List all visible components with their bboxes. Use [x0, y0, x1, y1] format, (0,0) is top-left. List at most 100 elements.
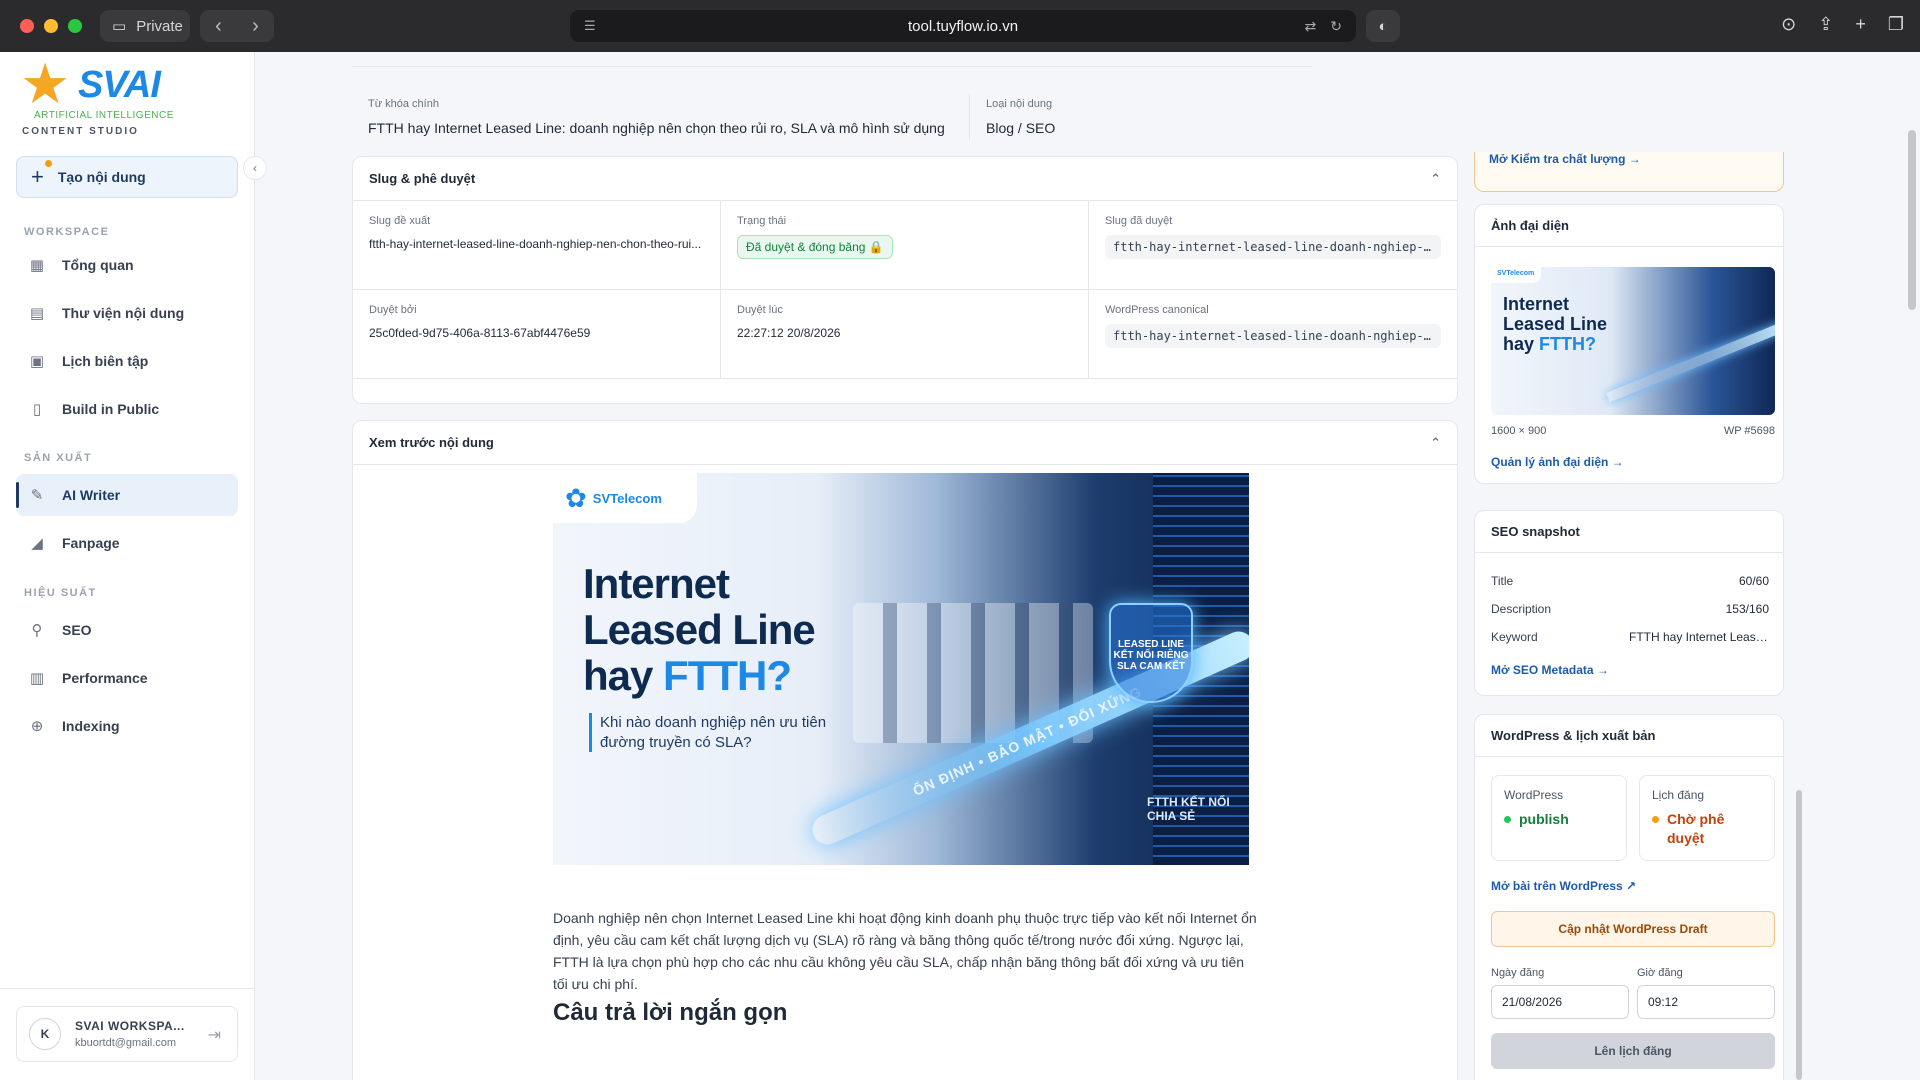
hero-image: ỔN ĐỊNH • BẢO MẬT • ĐỐI XỨNG ✿ SVTelecom… — [553, 473, 1249, 865]
privacy-shield-button[interactable]: ◐ — [1366, 10, 1400, 42]
close-window-button[interactable] — [20, 19, 34, 33]
sidebar-item-content-library[interactable]: ▤ Thư viện nội dung — [16, 292, 238, 334]
slug-approval-header[interactable]: Slug & phê duyệt ⌃ — [353, 157, 1457, 201]
cell-label: Slug đề xuất — [369, 215, 431, 227]
history-nav: ‹ › — [200, 10, 274, 42]
shield-icon: ◐ — [1378, 17, 1388, 35]
update-wordpress-draft-button[interactable]: Cập nhật WordPress Draft — [1491, 911, 1775, 947]
notification-dot — [45, 160, 52, 167]
page-scrollbar[interactable] — [1904, 52, 1920, 1080]
sidebar-item-fanpage[interactable]: ◢ Fanpage — [16, 522, 238, 564]
seo-snapshot-header: SEO snapshot — [1475, 511, 1783, 553]
private-label: Private — [136, 17, 183, 35]
featured-image-thumbnail[interactable]: SVTelecom Internet Leased Line hay FTTH? — [1491, 267, 1775, 415]
approved-slug-field[interactable]: ftth-hay-internet-leased-line-doanh-nghi… — [1105, 235, 1441, 259]
sidebar-item-build-in-public[interactable]: ▯ Build in Public — [16, 388, 238, 430]
content-type: Loại nội dung Blog / SEO — [986, 98, 1055, 136]
chevron-up-icon[interactable]: ⌃ — [1430, 435, 1441, 451]
share-icon[interactable]: ⇪ — [1818, 14, 1833, 35]
plus-icon: + — [31, 160, 52, 190]
card-title: Ảnh đại diện — [1491, 218, 1569, 233]
logo-text: SVAI — [78, 64, 161, 106]
schedule-publish-button[interactable]: Lên lịch đăng — [1491, 1033, 1775, 1069]
seo-snapshot-card: SEO snapshot Title 60/60 Description 153… — [1474, 510, 1784, 696]
canonical-field[interactable]: ftth-hay-internet-leased-line-doanh-nghi… — [1105, 324, 1441, 348]
address-bar[interactable]: ☰ tool.tuyflow.io.vn ⇄ ↻ — [570, 10, 1356, 42]
image-meta: 1600 × 900 WP #5698 — [1491, 425, 1775, 437]
chevron-up-icon[interactable]: ⌃ — [1430, 171, 1441, 187]
sidebar-item-label: Fanpage — [62, 535, 120, 551]
divider — [969, 94, 970, 140]
sidebar-item-label: Thư viện nội dung — [62, 305, 185, 321]
right-panel-scrollbar-thumb[interactable] — [1796, 790, 1802, 1080]
page-settings-icon[interactable]: ☰ — [584, 18, 596, 34]
content-preview-header[interactable]: Xem trước nội dung ⌃ — [353, 421, 1457, 465]
sidebar-item-label: Lịch biên tập — [62, 353, 149, 369]
sidebar-item-seo[interactable]: ⚲ SEO — [16, 609, 238, 651]
wordpress-canonical: WordPress canonical ftth-hay-internet-le… — [1089, 290, 1457, 379]
new-tab-icon[interactable]: + — [1855, 14, 1866, 35]
cell-label: Duyệt bởi — [369, 304, 417, 316]
hero-title: Internet Leased Line hay FTTH? — [583, 560, 816, 700]
page-scrollbar-thumb[interactable] — [1908, 130, 1916, 310]
schedule-status: Chờ phê duyệt — [1652, 810, 1762, 848]
manage-featured-image-link[interactable]: Quản lý ảnh đại diện → — [1491, 455, 1624, 469]
sidebar-item-overview[interactable]: ▦ Tổng quan — [16, 244, 238, 286]
sidebar-item-ai-writer[interactable]: ✎ AI Writer — [16, 474, 238, 516]
tabs-overview-icon[interactable]: ❐ — [1888, 14, 1904, 35]
schedule-status-value: Chờ phê duyệt — [1667, 811, 1725, 846]
sidebar-item-label: SEO — [62, 622, 92, 638]
create-content-button[interactable]: + Tạo nội dung — [16, 156, 238, 198]
sidebar-item-editorial-calendar[interactable]: ▣ Lịch biên tập — [16, 340, 238, 382]
user-card[interactable]: K SVAI WORKSPA... kbuortdt@gmail.com ⇥ — [16, 1006, 238, 1062]
status-badge: Đã duyệt & đóng băng 🔒 — [737, 235, 893, 259]
flower-logo-icon: ✿ — [565, 482, 587, 513]
sidebar-toggle-button[interactable]: ▭ Private — [100, 10, 190, 42]
minimize-window-button[interactable] — [44, 19, 58, 33]
translate-icon[interactable]: ⇄ — [1305, 18, 1317, 35]
sidebar-item-label: Build in Public — [62, 401, 160, 417]
divider — [352, 66, 1312, 67]
wordpress-status-value: publish — [1519, 811, 1569, 827]
bar-chart-icon: ▥ — [29, 670, 45, 687]
publish-date-input[interactable]: 21/08/2026 — [1491, 985, 1629, 1019]
sidebar-item-performance[interactable]: ▥ Performance — [16, 657, 238, 699]
reload-icon[interactable]: ↻ — [1330, 18, 1342, 35]
cell-label: Trạng thái — [737, 215, 787, 227]
seo-key: Title — [1491, 574, 1514, 588]
maximize-window-button[interactable] — [68, 19, 82, 33]
collapse-sidebar-button[interactable]: ‹ — [243, 156, 267, 180]
open-wordpress-post-link[interactable]: Mở bài trên WordPress ↗ — [1491, 879, 1636, 893]
seo-row-title: Title 60/60 — [1491, 567, 1769, 595]
cell-label: Slug đã duyệt — [1105, 215, 1173, 227]
seo-row-keyword: Keyword FTTH hay Internet Leased Line — [1491, 623, 1769, 651]
slug-approval-card: Slug & phê duyệt ⌃ Slug đề xuất ftth-hay… — [352, 156, 1458, 404]
article-heading: Câu trả lời ngắn gọn — [553, 999, 788, 1026]
thumb-beam — [1606, 321, 1775, 403]
sidebar-item-indexing[interactable]: ⊕ Indexing — [16, 705, 238, 747]
logout-icon[interactable]: ⇥ — [208, 1025, 221, 1045]
download-icon[interactable]: ⊙ — [1781, 14, 1796, 35]
logo-tagline: ARTIFICIAL INTELLIGENCE — [34, 110, 174, 121]
browser-actions: ⊙ ⇪ + ❐ — [1781, 14, 1904, 35]
seo-key: Keyword — [1491, 630, 1538, 644]
hero-title-line: Internet — [583, 560, 730, 607]
open-seo-metadata-link[interactable]: Mở SEO Metadata → — [1491, 663, 1609, 677]
wordpress-publish-card: WordPress & lịch xuất bản WordPress publ… — [1474, 714, 1784, 1080]
approval-status: Trạng thái Đã duyệt & đóng băng 🔒 — [721, 201, 1089, 290]
forward-icon[interactable]: › — [252, 15, 259, 38]
back-icon[interactable]: ‹ — [215, 15, 222, 38]
publish-time-input[interactable]: 09:12 — [1637, 985, 1775, 1019]
quality-check-card: Mở Kiểm tra chất lượng → — [1474, 152, 1784, 192]
window-controls — [20, 19, 82, 33]
megaphone-icon: ◢ — [31, 535, 43, 552]
hero-logo-text: SVTelecom — [592, 490, 662, 506]
open-quality-check-link[interactable]: Mở Kiểm tra chất lượng → — [1489, 152, 1641, 166]
url-text: tool.tuyflow.io.vn — [907, 17, 1019, 35]
keyword-summary: Từ khóa chính FTTH hay Internet Leased L… — [352, 84, 1578, 156]
brand-logo[interactable]: ★ SVAI ARTIFICIAL INTELLIGENCE CONTENT S… — [18, 56, 218, 140]
seo-row-description: Description 153/160 — [1491, 595, 1769, 623]
sidebar-item-label: Tổng quan — [62, 257, 134, 273]
section-workspace: WORKSPACE — [24, 226, 110, 238]
user-info: SVAI WORKSPA... kbuortdt@gmail.com — [75, 1019, 185, 1049]
